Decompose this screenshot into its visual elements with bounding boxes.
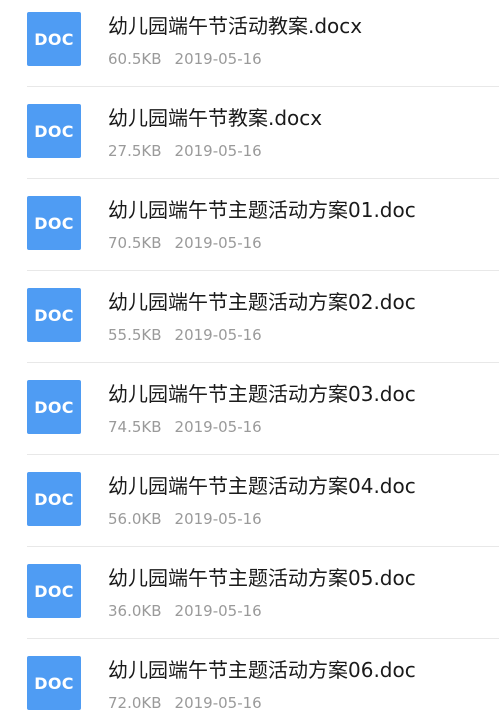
file-name: 幼儿园端午节主题活动方案06.doc (108, 658, 416, 682)
file-size: 72.0KB (108, 694, 162, 712)
file-size: 27.5KB (108, 142, 162, 160)
file-meta: 70.5KB 2019-05-16 (108, 233, 262, 253)
file-size: 70.5KB (108, 234, 162, 252)
file-meta: 36.0KB 2019-05-16 (108, 601, 262, 621)
file-date: 2019-05-16 (174, 694, 262, 712)
divider (27, 362, 499, 363)
file-date: 2019-05-16 (174, 602, 262, 620)
file-item[interactable]: DOC 幼儿园端午节主题活动方案01.doc 70.5KB 2019-05-16 (0, 184, 499, 276)
file-name: 幼儿园端午节主题活动方案02.doc (108, 290, 416, 314)
file-size: 55.5KB (108, 326, 162, 344)
divider (27, 546, 499, 547)
file-item[interactable]: DOC 幼儿园端午节教案.docx 27.5KB 2019-05-16 (0, 92, 499, 184)
file-size: 56.0KB (108, 510, 162, 528)
doc-file-icon: DOC (27, 12, 81, 66)
file-date: 2019-05-16 (174, 142, 262, 160)
file-meta: 60.5KB 2019-05-16 (108, 49, 262, 69)
file-meta: 55.5KB 2019-05-16 (108, 325, 262, 345)
doc-file-icon: DOC (27, 104, 81, 158)
file-item[interactable]: DOC 幼儿园端午节主题活动方案02.doc 55.5KB 2019-05-16 (0, 276, 499, 368)
file-meta: 56.0KB 2019-05-16 (108, 509, 262, 529)
file-name: 幼儿园端午节主题活动方案04.doc (108, 474, 416, 498)
file-item[interactable]: DOC 幼儿园端午节主题活动方案03.doc 74.5KB 2019-05-16 (0, 368, 499, 460)
divider (27, 270, 499, 271)
file-name: 幼儿园端午节主题活动方案01.doc (108, 198, 416, 222)
doc-file-icon: DOC (27, 288, 81, 342)
file-meta: 72.0KB 2019-05-16 (108, 693, 262, 713)
doc-file-icon: DOC (27, 656, 81, 710)
file-name: 幼儿园端午节主题活动方案05.doc (108, 566, 416, 590)
divider (27, 638, 499, 639)
file-meta: 27.5KB 2019-05-16 (108, 141, 262, 161)
file-date: 2019-05-16 (174, 418, 262, 436)
file-size: 74.5KB (108, 418, 162, 436)
file-name: 幼儿园端午节主题活动方案03.doc (108, 382, 416, 406)
file-item[interactable]: DOC 幼儿园端午节主题活动方案04.doc 56.0KB 2019-05-16 (0, 460, 499, 552)
file-date: 2019-05-16 (174, 234, 262, 252)
file-size: 60.5KB (108, 50, 162, 68)
divider (27, 454, 499, 455)
file-item[interactable]: DOC 幼儿园端午节主题活动方案06.doc 72.0KB 2019-05-16 (0, 644, 499, 727)
file-list: DOC 幼儿园端午节活动教案.docx 60.5KB 2019-05-16 DOC… (0, 0, 499, 727)
divider (27, 178, 499, 179)
file-name: 幼儿园端午节教案.docx (108, 106, 323, 130)
file-item[interactable]: DOC 幼儿园端午节活动教案.docx 60.5KB 2019-05-16 (0, 0, 499, 92)
file-date: 2019-05-16 (174, 510, 262, 528)
file-size: 36.0KB (108, 602, 162, 620)
divider (27, 86, 499, 87)
doc-file-icon: DOC (27, 472, 81, 526)
file-date: 2019-05-16 (174, 326, 262, 344)
file-date: 2019-05-16 (174, 50, 262, 68)
doc-file-icon: DOC (27, 196, 81, 250)
doc-file-icon: DOC (27, 380, 81, 434)
file-item[interactable]: DOC 幼儿园端午节主题活动方案05.doc 36.0KB 2019-05-16 (0, 552, 499, 644)
file-name: 幼儿园端午节活动教案.docx (108, 14, 363, 38)
file-meta: 74.5KB 2019-05-16 (108, 417, 262, 437)
doc-file-icon: DOC (27, 564, 81, 618)
